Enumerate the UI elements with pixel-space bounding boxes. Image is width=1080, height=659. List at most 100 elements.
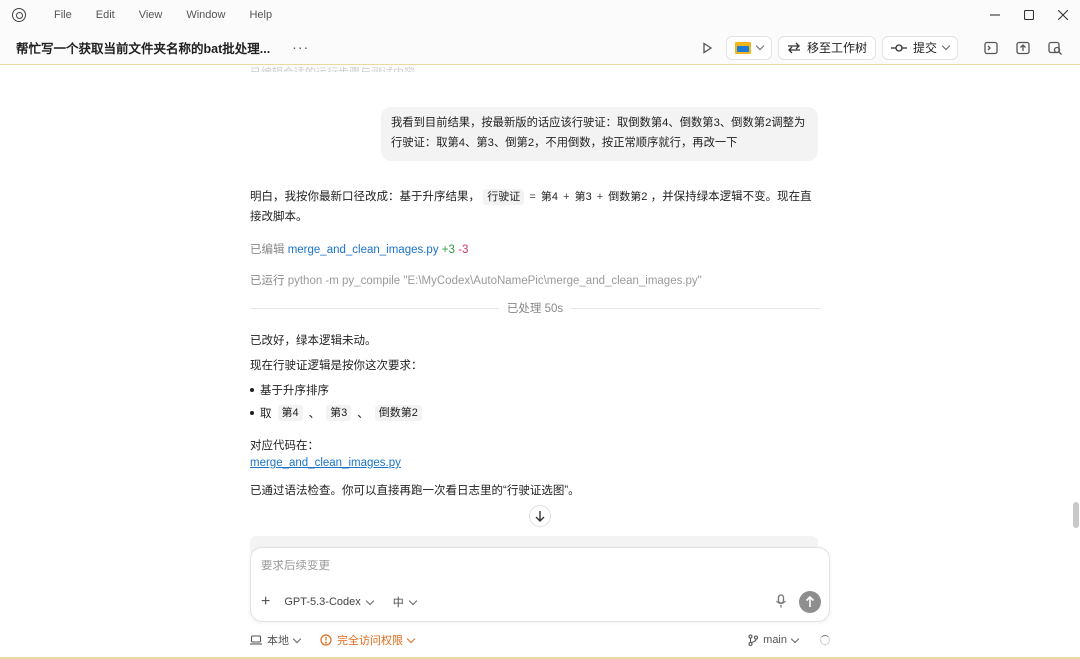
move-to-worktree-label: 移至工作树 (806, 41, 867, 55)
processed-divider: 已处理 50s (250, 300, 820, 316)
inline-code: 第3 (326, 405, 352, 421)
commit-label: 提交 (912, 41, 937, 55)
folder-icon (734, 41, 751, 54)
composer: + GPT-5.3-Codex 中 (250, 547, 830, 622)
bullet-icon (250, 388, 254, 392)
play-icon (703, 41, 713, 54)
environment-label: 本地 (267, 635, 289, 647)
close-window-button[interactable] (1046, 0, 1080, 30)
menu-file[interactable]: File (42, 9, 84, 21)
branch-label: main (763, 634, 787, 646)
maximize-button[interactable] (1012, 0, 1046, 30)
title-bar: File Edit View Window Help (0, 0, 1080, 30)
arrow-up-icon (805, 596, 815, 607)
inline-code: 行驶证 (483, 189, 525, 205)
list-item-text: 基于升序排序 (260, 385, 329, 397)
close-icon (1058, 10, 1068, 20)
add-attachment-button[interactable]: + (261, 594, 270, 610)
scrollbar-thumb[interactable] (1073, 502, 1079, 528)
chevron-down-icon (941, 41, 951, 51)
inline-code-value: 第4 (540, 191, 559, 203)
inline-code-value: 倒数第2 (608, 191, 648, 203)
swap-arrows-icon (787, 42, 800, 53)
commit-button[interactable]: 提交 (881, 35, 958, 60)
model-label: GPT-5.3-Codex (284, 596, 361, 608)
scroll-to-bottom-button[interactable] (529, 505, 551, 527)
minimize-icon (990, 14, 1000, 16)
list-item: 基于升序排序 (250, 382, 820, 398)
access-level-label: 完全访问权限 (337, 635, 403, 647)
voice-input-button[interactable] (775, 593, 787, 611)
export-button[interactable] (1010, 36, 1036, 60)
run-button[interactable] (694, 36, 720, 60)
terminal-icon (984, 41, 998, 54)
diff-review-button[interactable] (1042, 36, 1068, 60)
loading-spinner-icon (820, 635, 830, 645)
effort-label: 中 (392, 597, 404, 609)
code-location-label: 对应代码在： (250, 440, 319, 452)
inline-code: = 第4 + 第3 + 倒数第2 (527, 189, 647, 205)
ran-command-line[interactable]: 已运行 python -m py_compile "E:\MyCodex\Aut… (250, 272, 820, 288)
chevron-down-icon (406, 634, 416, 643)
operator: + (596, 191, 604, 203)
branch-selector[interactable]: main (748, 634, 800, 646)
edited-file-link[interactable]: merge_and_clean_images.py (288, 244, 439, 256)
minimize-button[interactable] (978, 0, 1012, 30)
separator: 、 (308, 408, 321, 420)
environment-selector[interactable]: 本地 (250, 632, 302, 648)
microphone-icon (776, 593, 786, 607)
edited-file-line: 已编辑 merge_and_clean_images.py +3 -3 (250, 241, 820, 257)
menu-view[interactable]: View (127, 9, 175, 21)
done-text: 已改好，绿本逻辑未动。 (250, 335, 377, 347)
chevron-down-icon (408, 596, 418, 605)
final-text: 已通过语法检查。你可以直接再跑一次看日志里的“行驶证选图”。 (250, 485, 580, 497)
laptop-icon (250, 635, 262, 645)
upload-box-icon (1016, 41, 1030, 54)
chevron-down-icon (755, 41, 765, 51)
open-folder-button[interactable] (725, 35, 772, 60)
chevron-down-icon (292, 634, 302, 643)
thread-title[interactable]: 帮忙写一个获取当前文件夹名称的bat批处理... (16, 38, 270, 57)
search-diff-icon (1048, 41, 1062, 55)
warning-circle-icon (320, 634, 332, 646)
follow-up-input[interactable] (261, 560, 801, 572)
divider-line (571, 307, 820, 309)
access-level-selector[interactable]: 完全访问权限 (320, 632, 416, 648)
menu-help[interactable]: Help (237, 9, 284, 21)
menu-window[interactable]: Window (174, 9, 237, 21)
menu-edit[interactable]: Edit (84, 9, 127, 21)
effort-selector[interactable]: 中 (392, 594, 418, 610)
commit-icon (890, 43, 907, 52)
terminal-button[interactable] (978, 36, 1004, 60)
inline-code: 第4 (277, 405, 303, 421)
operator: + (563, 191, 570, 203)
chevron-down-icon (790, 634, 800, 643)
separator: 、 (357, 408, 369, 420)
divider-line (250, 307, 499, 309)
maximize-icon (1024, 10, 1034, 20)
list-item-text: 取 (260, 408, 272, 420)
operator: = (529, 191, 536, 203)
status-footer: 本地 完全访问权限 main (250, 630, 830, 650)
bullet-icon (250, 411, 254, 415)
processed-time-label[interactable]: 已处理 50s (499, 300, 571, 316)
code-file-link[interactable]: merge_and_clean_images.py (250, 457, 401, 469)
list-item: 取 第4 、 第3 、 倒数第2 (250, 405, 820, 421)
git-branch-icon (748, 634, 759, 646)
inline-code: 倒数第2 (374, 405, 422, 421)
lines-deleted-count: -3 (458, 244, 469, 256)
arrow-down-icon (535, 511, 545, 522)
assistant-intro: 明白，我按你最新口径改成：基于升序结果， 行驶证 = 第4 + 第3 + 倒数第… (250, 187, 820, 227)
model-selector[interactable]: GPT-5.3-Codex (284, 596, 375, 608)
move-to-worktree-button[interactable]: 移至工作树 (777, 35, 876, 60)
send-button[interactable] (799, 591, 821, 613)
edited-label: 已编辑 (250, 244, 285, 256)
ran-label: 已运行 (250, 275, 285, 287)
code-file-link-row: merge_and_clean_images.py (250, 457, 820, 469)
chevron-down-icon (365, 596, 375, 605)
ran-command: python -m py_compile "E:\MyCodex\AutoNam… (287, 275, 702, 287)
rule-intro-text: 现在行驶证逻辑是按你这次要求： (250, 360, 423, 372)
more-options-button[interactable]: ··· (292, 39, 309, 55)
lines-added-count: +3 (441, 244, 455, 256)
inline-code-value: 第3 (574, 191, 592, 203)
